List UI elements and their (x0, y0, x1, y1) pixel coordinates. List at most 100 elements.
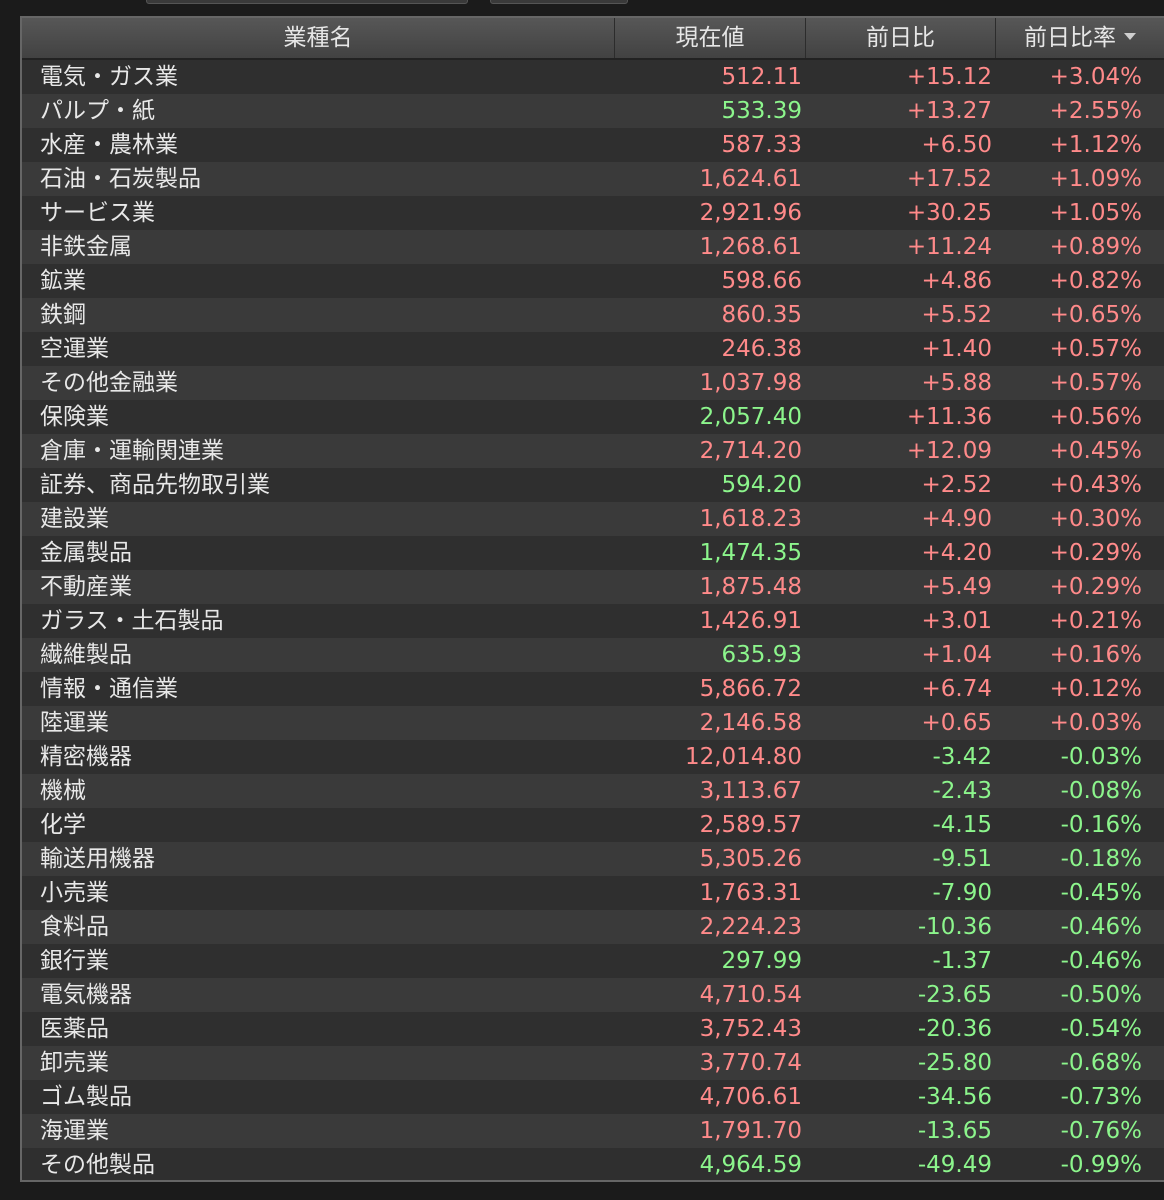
table-row[interactable]: 小売業 1,763.31 -7.90 -0.45% (22, 876, 1164, 910)
table-row[interactable]: 電気・ガス業 512.11 +15.12 +3.04% (22, 60, 1164, 94)
price-change-pct: +0.29% (1049, 574, 1142, 600)
price-change: -10.36 (917, 914, 992, 940)
table-row[interactable]: 空運業 246.38 +1.40 +0.57% (22, 332, 1164, 366)
price-change-pct: +0.89% (1049, 234, 1142, 260)
table-row[interactable]: ガラス・土石製品 1,426.91 +3.01 +0.21% (22, 604, 1164, 638)
current-price: 1,268.61 (699, 234, 802, 260)
current-price: 1,791.70 (699, 1118, 802, 1144)
table-row[interactable]: 石油・石炭製品 1,624.61 +17.52 +1.09% (22, 162, 1164, 196)
table-row[interactable]: 倉庫・運輸関連業 2,714.20 +12.09 +0.45% (22, 434, 1164, 468)
table-row[interactable]: 金属製品 1,474.35 +4.20 +0.29% (22, 536, 1164, 570)
table-row[interactable]: 医薬品 3,752.43 -20.36 -0.54% (22, 1012, 1164, 1046)
current-price: 4,706.61 (699, 1084, 802, 1110)
price-change-pct: +2.55% (1049, 98, 1142, 124)
sector-name: その他製品 (40, 1152, 155, 1178)
table-row[interactable]: 情報・通信業 5,866.72 +6.74 +0.12% (22, 672, 1164, 706)
current-price: 512.11 (721, 64, 802, 90)
price-change: +4.20 (921, 540, 992, 566)
current-price: 2,146.58 (699, 710, 802, 736)
price-change: +15.12 (906, 64, 992, 90)
price-change-pct: -0.99% (1060, 1152, 1142, 1178)
table-row[interactable]: 水産・農林業 587.33 +6.50 +1.12% (22, 128, 1164, 162)
price-change-pct: +1.09% (1049, 166, 1142, 192)
sector-name: パルプ・紙 (40, 98, 155, 124)
sector-name: 小売業 (40, 880, 109, 906)
price-change-pct: -0.18% (1060, 846, 1142, 872)
sector-name: ゴム製品 (40, 1084, 132, 1110)
sector-name: 金属製品 (40, 540, 132, 566)
price-change-pct: +0.65% (1049, 302, 1142, 328)
table-row[interactable]: サービス業 2,921.96 +30.25 +1.05% (22, 196, 1164, 230)
price-change-pct: +0.29% (1049, 540, 1142, 566)
price-change-pct: -0.54% (1060, 1016, 1142, 1042)
table-row[interactable]: 機械 3,113.67 -2.43 -0.08% (22, 774, 1164, 808)
table-row[interactable]: 卸売業 3,770.74 -25.80 -0.68% (22, 1046, 1164, 1080)
sector-name: 鉱業 (40, 268, 86, 294)
current-price: 635.93 (721, 642, 802, 668)
sector-name: 医薬品 (40, 1016, 109, 1042)
price-change: -3.42 (932, 744, 992, 770)
table-row[interactable]: 建設業 1,618.23 +4.90 +0.30% (22, 502, 1164, 536)
toolbar-button-right[interactable] (490, 0, 628, 4)
column-header-name[interactable]: 業種名 (22, 18, 615, 58)
table-row[interactable]: ゴム製品 4,706.61 -34.56 -0.73% (22, 1080, 1164, 1114)
current-price: 533.39 (721, 98, 802, 124)
price-change-pct: -0.68% (1060, 1050, 1142, 1076)
sector-name: その他金融業 (40, 370, 178, 396)
price-change-pct: +1.05% (1049, 200, 1142, 226)
column-header-change-pct[interactable]: 前日比率 (996, 18, 1164, 58)
price-change-pct: +0.43% (1049, 472, 1142, 498)
table-row[interactable]: 鉱業 598.66 +4.86 +0.82% (22, 264, 1164, 298)
current-price: 1,037.98 (699, 370, 802, 396)
table-row[interactable]: 繊維製品 635.93 +1.04 +0.16% (22, 638, 1164, 672)
current-price: 5,866.72 (699, 676, 802, 702)
price-change: +6.50 (921, 132, 992, 158)
table-row[interactable]: 化学 2,589.57 -4.15 -0.16% (22, 808, 1164, 842)
sector-name: 非鉄金属 (40, 234, 132, 260)
price-change: +5.52 (921, 302, 992, 328)
table-row[interactable]: 精密機器 12,014.80 -3.42 -0.03% (22, 740, 1164, 774)
current-price: 4,710.54 (699, 982, 802, 1008)
current-price: 12,014.80 (684, 744, 802, 770)
current-price: 2,589.57 (699, 812, 802, 838)
sector-name: 電気機器 (40, 982, 132, 1008)
table-row[interactable]: 輸送用機器 5,305.26 -9.51 -0.18% (22, 842, 1164, 876)
sector-name: 海運業 (40, 1118, 109, 1144)
table-row[interactable]: 銀行業 297.99 -1.37 -0.46% (22, 944, 1164, 978)
price-change: +30.25 (906, 200, 992, 226)
price-change: +11.36 (906, 404, 992, 430)
price-change: -13.65 (917, 1118, 992, 1144)
price-change: +12.09 (906, 438, 992, 464)
column-header-price[interactable]: 現在値 (615, 18, 806, 58)
table-row[interactable]: 食料品 2,224.23 -10.36 -0.46% (22, 910, 1164, 944)
table-row[interactable]: 陸運業 2,146.58 +0.65 +0.03% (22, 706, 1164, 740)
price-change-pct: -0.46% (1060, 948, 1142, 974)
sector-name: サービス業 (40, 200, 155, 226)
sector-name: 陸運業 (40, 710, 109, 736)
current-price: 587.33 (721, 132, 802, 158)
sector-name: 空運業 (40, 336, 109, 362)
table-row[interactable]: 電気機器 4,710.54 -23.65 -0.50% (22, 978, 1164, 1012)
price-change-pct: +3.04% (1049, 64, 1142, 90)
price-change: +11.24 (906, 234, 992, 260)
table-row[interactable]: 証券、商品先物取引業 594.20 +2.52 +0.43% (22, 468, 1164, 502)
table-row[interactable]: その他金融業 1,037.98 +5.88 +0.57% (22, 366, 1164, 400)
table-row[interactable]: 不動産業 1,875.48 +5.49 +0.29% (22, 570, 1164, 604)
toolbar-button-left[interactable] (146, 0, 468, 4)
price-change: +2.52 (921, 472, 992, 498)
price-change: +4.86 (921, 268, 992, 294)
price-change-pct: -0.08% (1060, 778, 1142, 804)
column-header-change[interactable]: 前日比 (806, 18, 996, 58)
table-row[interactable]: 海運業 1,791.70 -13.65 -0.76% (22, 1114, 1164, 1148)
table-row[interactable]: 非鉄金属 1,268.61 +11.24 +0.89% (22, 230, 1164, 264)
current-price: 1,624.61 (699, 166, 802, 192)
table-row[interactable]: 保険業 2,057.40 +11.36 +0.56% (22, 400, 1164, 434)
column-header-name-label: 業種名 (283, 25, 353, 51)
table-row[interactable]: パルプ・紙 533.39 +13.27 +2.55% (22, 94, 1164, 128)
sector-name: 卸売業 (40, 1050, 109, 1076)
price-change-pct: -0.73% (1060, 1084, 1142, 1110)
price-change: -2.43 (932, 778, 992, 804)
table-row[interactable]: その他製品 4,964.59 -49.49 -0.99% (22, 1148, 1164, 1180)
sort-descending-icon (1124, 33, 1136, 40)
table-row[interactable]: 鉄鋼 860.35 +5.52 +0.65% (22, 298, 1164, 332)
